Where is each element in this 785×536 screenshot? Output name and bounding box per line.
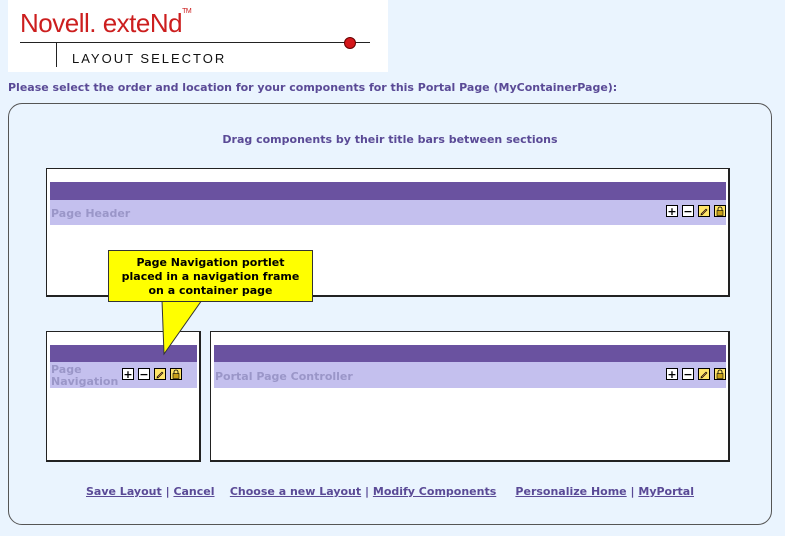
edit-pencil-icon[interactable] <box>698 368 710 380</box>
cancel-link[interactable]: Cancel <box>173 485 214 498</box>
add-button[interactable]: + <box>122 368 134 380</box>
portlet-title-bar[interactable]: Portal Page Controller + − <box>214 362 726 388</box>
save-layout-link[interactable]: Save Layout <box>86 485 162 498</box>
edit-pencil-icon[interactable] <box>154 368 166 380</box>
portlet-buttons: + − <box>666 368 726 380</box>
drag-hint: Drag components by their title bars betw… <box>222 133 558 146</box>
logo-divider <box>56 43 57 67</box>
minimize-button[interactable]: − <box>138 368 150 380</box>
portlet-title-bar[interactable]: Page Navigation + − <box>50 362 197 388</box>
modify-components-link[interactable]: Modify Components <box>373 485 496 498</box>
portlet-title: Page Navigation <box>51 363 119 388</box>
callout-line: on a container page <box>148 284 273 297</box>
page-subtitle: LAYOUT SELECTOR <box>72 51 227 66</box>
lock-icon[interactable] <box>714 368 726 380</box>
layout-container: Drag components by their title bars betw… <box>8 103 772 525</box>
callout-line: Page Navigation portlet <box>136 256 285 269</box>
add-button[interactable]: + <box>666 368 678 380</box>
minimize-button[interactable]: − <box>682 205 694 217</box>
portlet-title: Page Header <box>51 207 131 220</box>
novell-extend-logo: Novell. exteNdTM <box>20 8 192 38</box>
callout-line: placed in a navigation frame <box>121 270 300 283</box>
separator: | <box>165 485 170 498</box>
edit-pencil-icon[interactable] <box>698 205 710 217</box>
logo-panel: Novell. exteNdTM LAYOUT SELECTOR <box>8 0 388 72</box>
instruction-text: Please select the order and location for… <box>8 81 618 94</box>
separator: | <box>630 485 635 498</box>
logo-red-dot <box>344 37 356 49</box>
main-section: Portal Page Controller + − <box>210 331 730 462</box>
separator: | <box>365 485 370 498</box>
personalize-home-link[interactable]: Personalize Home <box>515 485 626 498</box>
minimize-button[interactable]: − <box>682 368 694 380</box>
annotation-callout: Page Navigation portlet placed in a navi… <box>108 250 313 302</box>
footer-links: Save Layout | Cancel Choose a new Layout… <box>9 485 771 498</box>
add-button[interactable]: + <box>666 205 678 217</box>
logo-rule <box>20 42 370 43</box>
section-title-bar[interactable] <box>214 345 726 362</box>
lock-icon[interactable] <box>714 205 726 217</box>
my-portal-link[interactable]: MyPortal <box>638 485 694 498</box>
portlet-title: Portal Page Controller <box>215 370 353 383</box>
section-title-bar[interactable] <box>50 182 726 200</box>
lock-icon[interactable] <box>170 368 182 380</box>
portlet-buttons: + − <box>122 368 182 380</box>
callout-pointer <box>161 300 203 356</box>
choose-layout-link[interactable]: Choose a new Layout <box>230 485 361 498</box>
portlet-title-bar[interactable]: Page Header + − <box>50 200 726 225</box>
portlet-buttons: + − <box>666 205 726 217</box>
